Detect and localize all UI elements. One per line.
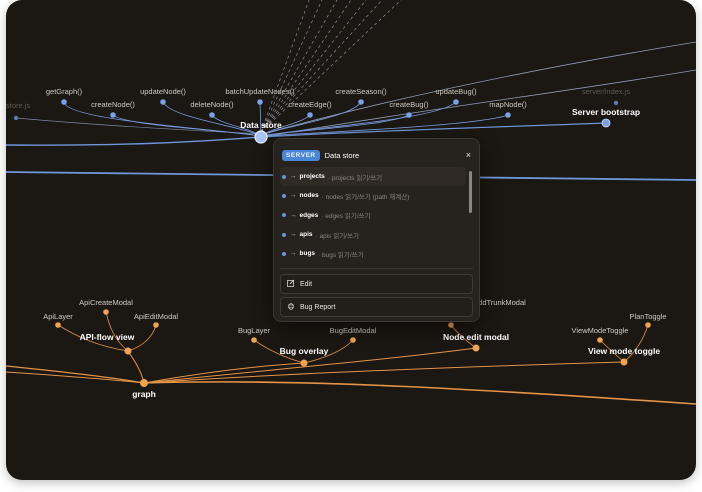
node-createseason <box>358 99 364 105</box>
bug-icon <box>287 302 295 312</box>
label-createbug: createBug() <box>389 100 429 109</box>
node-createbug <box>406 112 412 118</box>
label-plantoggle: PlanToggle <box>629 312 666 321</box>
label-deletenode: deleteNode() <box>190 100 234 109</box>
list-item[interactable]: → apis · apis 읽기/쓰기 <box>280 225 466 244</box>
label-node-edit-modal: Node edit modal <box>443 332 509 342</box>
label-apieditmodal: ApiEditModal <box>134 312 179 321</box>
label-data-store: Data store <box>240 120 282 130</box>
graph-canvas[interactable]: getGraph() createNode() updateNode() del… <box>6 0 696 480</box>
hub-graph <box>140 379 148 387</box>
label-server-bootstrap: Server bootstrap <box>572 107 640 117</box>
bullet-icon <box>282 213 286 218</box>
label-createedge: createEdge() <box>288 100 332 109</box>
label-createnode: createNode() <box>91 100 135 109</box>
label-updatenode: updateNode() <box>140 87 186 96</box>
hub-server-bootstrap[interactable] <box>601 118 611 128</box>
node-createedge <box>307 112 313 118</box>
bullet-icon <box>282 232 286 237</box>
bullet-icon <box>282 193 286 198</box>
list-item[interactable]: → bugs · bugs 읽기/쓰기 <box>280 244 466 263</box>
label-bugeditmodal: BugEditModal <box>330 326 377 335</box>
edit-icon <box>287 279 295 289</box>
arrow-icon: → <box>290 231 297 239</box>
label-buglayer: BugLayer <box>238 326 271 335</box>
close-icon[interactable]: × <box>466 150 471 160</box>
label-mapnode: mapNode() <box>489 100 527 109</box>
item-desc: · apis 읽기/쓰기 <box>315 232 359 240</box>
node-server-index <box>613 100 619 106</box>
arrow-icon: → <box>290 211 297 219</box>
label-getgraph: getGraph() <box>46 87 83 96</box>
label-api-flow-view: API-flow view <box>80 332 135 342</box>
node-details-popover[interactable]: SERVER Data store × → projects · project… <box>273 138 480 322</box>
popover-title: Data store <box>324 150 360 160</box>
node-createnode <box>110 112 116 118</box>
label-createseason: createSeason() <box>335 87 387 96</box>
node-batchupdatenodes <box>257 99 263 105</box>
label-addtrunkmodal: ddTrunkModal <box>478 298 526 307</box>
arrow-icon: → <box>290 250 297 258</box>
bug-report-label: Bug Report <box>300 303 336 311</box>
node-buglayer <box>251 337 257 343</box>
label-store-js: store.js <box>6 101 30 110</box>
label-apicreatemodal: ApiCreateModal <box>79 298 133 307</box>
label-batchupdatenodes: batchUpdateNodes() <box>225 87 295 96</box>
label-bug-overlay: Bug overlay <box>280 346 329 356</box>
edit-button[interactable]: Edit <box>280 274 473 294</box>
item-name: edges <box>299 211 319 219</box>
item-desc: · projects 읽기/쓰기 <box>327 174 383 182</box>
node-viewmodetoggle <box>597 337 603 343</box>
label-updatebug: updateBug() <box>435 87 477 96</box>
item-name: projects <box>299 173 325 181</box>
edit-label: Edit <box>300 280 313 288</box>
node-mapnode <box>505 112 511 118</box>
item-name: apis <box>299 231 313 239</box>
hub-api-flow-view <box>124 347 132 355</box>
label-view-mode-toggle: View mode toggle <box>588 346 660 356</box>
label-viewmodetoggle: ViewModeToggle <box>572 326 629 335</box>
node-store-js <box>13 115 19 121</box>
label-apilayer: ApiLayer <box>43 312 73 321</box>
item-desc: · edges 읽기/쓰기 <box>321 213 371 221</box>
scrollbar-thumb[interactable] <box>469 171 472 213</box>
popover-header: SERVER Data store × <box>282 148 471 162</box>
arrow-icon: → <box>290 173 297 181</box>
node-bugeditmodal <box>350 337 356 343</box>
node-deletenode <box>209 112 215 118</box>
item-name: nodes <box>299 192 319 200</box>
node-plantoggle <box>645 322 651 328</box>
node-apilayer <box>55 322 61 328</box>
bullet-icon <box>282 251 286 256</box>
item-desc: · nodes 읽기/쓰기 (path 재계산) <box>321 193 410 201</box>
divider <box>280 268 473 269</box>
list-item[interactable]: → projects · projects 읽기/쓰기 <box>280 167 466 187</box>
dependency-list: → projects · projects 읽기/쓰기 → nodes · no… <box>280 167 466 263</box>
node-updatebug <box>453 99 459 105</box>
bullet-icon <box>282 174 286 179</box>
label-graph: graph <box>132 389 156 399</box>
bug-report-button[interactable]: Bug Report <box>280 297 473 317</box>
list-item[interactable]: → edges · edges 읽기/쓰기 <box>280 206 466 225</box>
hub-node-edit-modal <box>472 344 480 352</box>
node-apicreatemodal <box>103 309 109 315</box>
arrow-icon: → <box>290 192 297 200</box>
list-item[interactable]: → nodes · nodes 읽기/쓰기 (path 재계산) <box>280 186 466 205</box>
node-apieditmodal <box>153 322 159 328</box>
item-name: bugs <box>299 250 316 258</box>
dashed-edges <box>260 0 402 133</box>
hub-bug-overlay <box>300 359 308 367</box>
hub-view-mode-toggle <box>620 358 628 366</box>
hub-data-store[interactable] <box>254 130 268 144</box>
label-server-index: server/index.js <box>582 87 631 96</box>
server-badge: SERVER <box>282 149 320 161</box>
item-desc: · bugs 읽기/쓰기 <box>318 251 364 259</box>
node-getgraph <box>61 99 67 105</box>
node-updatenode <box>160 99 166 105</box>
node-addtrunkmodal <box>448 322 454 328</box>
